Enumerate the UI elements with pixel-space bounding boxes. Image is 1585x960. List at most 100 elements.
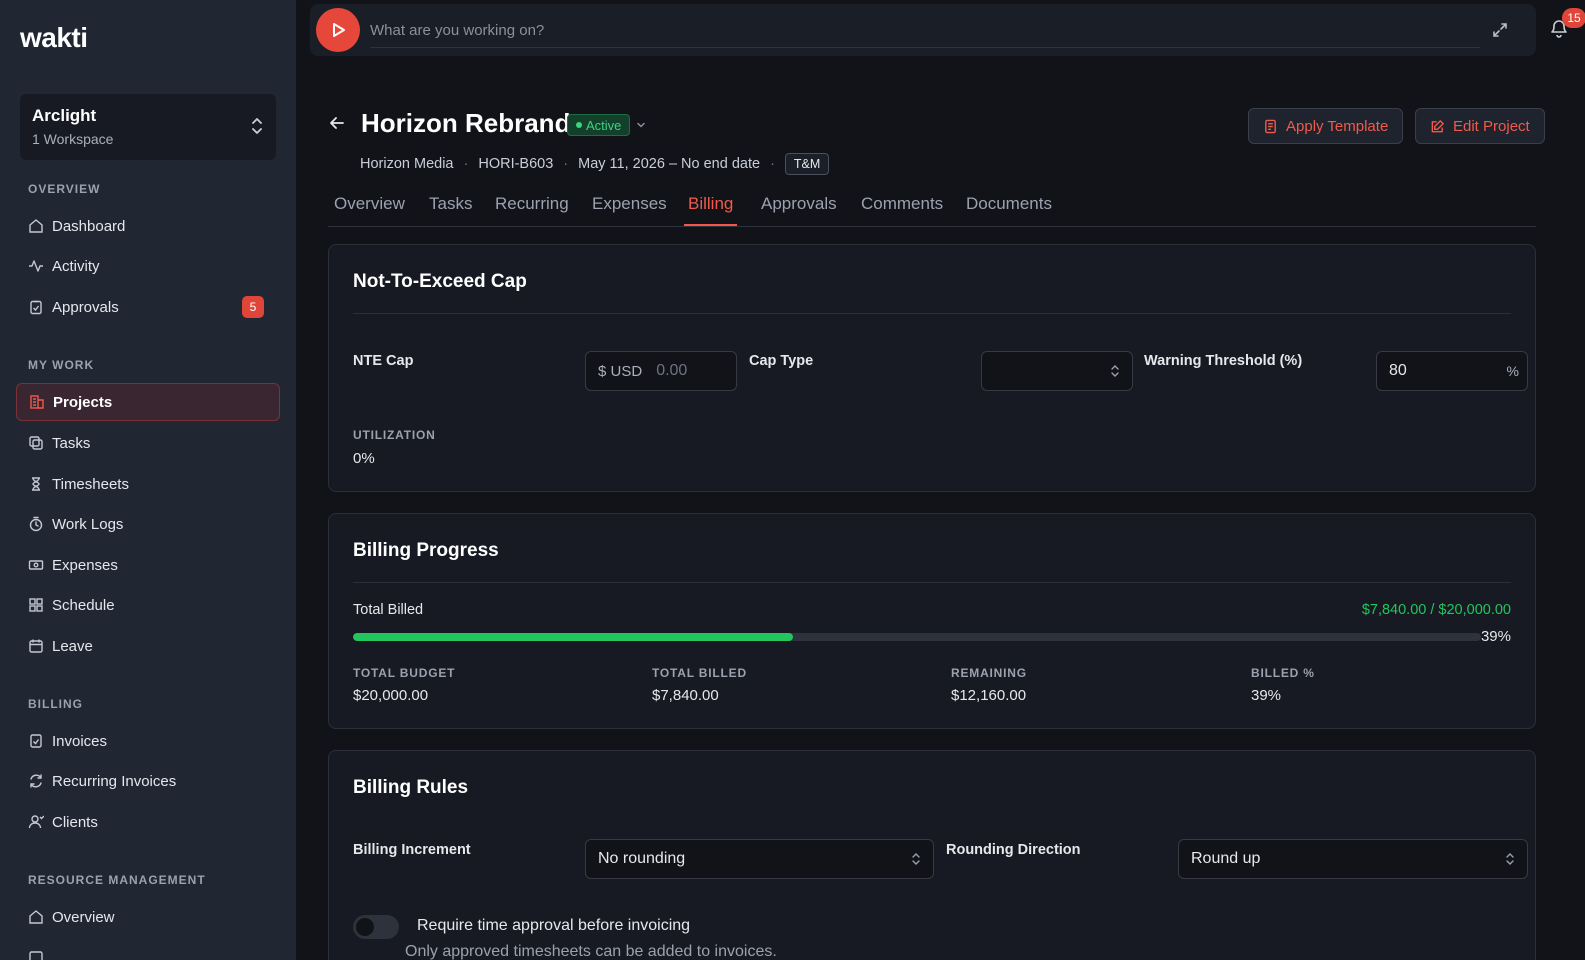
status-label: Active <box>586 117 622 133</box>
sidebar-item-clients[interactable]: Clients <box>16 803 280 841</box>
require-approval-label: Require time approval before invoicing <box>417 917 691 934</box>
nte-cap-label: NTE Cap <box>353 353 414 369</box>
card-title: Billing Rules <box>353 777 469 798</box>
workspace-subtitle: 1 Workspace <box>32 131 114 147</box>
back-arrow-icon[interactable] <box>328 114 346 132</box>
client-name: Horizon Media <box>360 156 454 172</box>
sidebar-item-resource-overview[interactable]: Overview <box>16 898 280 936</box>
clipboard-check-icon <box>28 299 44 315</box>
page-title: Horizon Rebrand <box>361 108 571 138</box>
time-tracker-bar <box>310 4 1536 56</box>
rounding-direction-value: Round up <box>1191 850 1261 867</box>
billed-percent-value: 39% <box>1251 687 1282 704</box>
nte-cap-input[interactable]: $ USD 0.00 <box>585 351 737 391</box>
edit-project-button[interactable]: Edit Project <box>1415 108 1545 144</box>
tab-approvals[interactable]: Approvals <box>757 194 841 224</box>
expand-icon[interactable] <box>1492 22 1508 38</box>
tab-billing[interactable]: Billing <box>684 194 738 226</box>
billing-progress-fill <box>353 633 793 641</box>
billing-rules-card: Billing Rules Billing Increment No round… <box>328 750 1536 960</box>
sidebar-item-approvals[interactable]: Approvals 5 <box>16 288 280 326</box>
sidebar-item-partial[interactable] <box>16 938 280 960</box>
percent-suffix: % <box>1506 363 1519 379</box>
warning-threshold-input[interactable]: 80 % <box>1376 351 1528 391</box>
home-icon <box>28 218 44 234</box>
tab-overview[interactable]: Overview <box>330 194 409 224</box>
chevron-down-icon[interactable] <box>636 120 646 130</box>
sidebar-item-label: Overview <box>52 908 115 926</box>
chevron-updown-icon <box>250 116 264 136</box>
sidebar-item-schedule[interactable]: Schedule <box>16 586 280 624</box>
edit-icon <box>1430 119 1445 134</box>
status-dot-icon <box>576 122 582 128</box>
tab-tasks[interactable]: Tasks <box>425 194 476 224</box>
cap-type-select[interactable] <box>981 351 1133 391</box>
sidebar-item-label: Activity <box>52 257 100 275</box>
sidebar-item-label: Work Logs <box>52 515 124 533</box>
activity-icon <box>28 258 44 274</box>
sidebar-item-label: Expenses <box>52 556 118 574</box>
billing-progress-bar <box>353 633 1481 641</box>
sidebar-item-leave[interactable]: Leave <box>16 627 280 665</box>
invoice-icon <box>28 733 44 749</box>
sidebar-item-recurring-invoices[interactable]: Recurring Invoices <box>16 762 280 800</box>
nav-section-overview: OVERVIEW <box>28 182 101 196</box>
rounding-direction-label: Rounding Direction <box>946 842 1081 858</box>
sidebar-item-label: Approvals <box>52 298 119 316</box>
nav-section-my-work: MY WORK <box>28 358 95 372</box>
tab-recurring[interactable]: Recurring <box>491 194 573 224</box>
start-timer-button[interactable] <box>316 8 360 52</box>
sidebar-item-projects[interactable]: Projects <box>16 383 280 421</box>
rounding-direction-select[interactable]: Round up <box>1178 839 1528 879</box>
sidebar-item-invoices[interactable]: Invoices <box>16 722 280 760</box>
calendar-icon <box>28 949 44 960</box>
app-logo[interactable]: wakti <box>20 22 88 54</box>
sidebar-item-label: Schedule <box>52 596 115 614</box>
apply-template-button[interactable]: Apply Template <box>1248 108 1404 144</box>
meta-separator: · <box>463 156 469 172</box>
toggle-knob <box>356 918 374 936</box>
sidebar-item-work-logs[interactable]: Work Logs <box>16 505 280 543</box>
time-entry-input[interactable] <box>370 14 1480 48</box>
require-approval-toggle[interactable] <box>353 915 399 939</box>
sidebar-item-expenses[interactable]: Expenses <box>16 546 280 584</box>
sidebar-item-timesheets[interactable]: Timesheets <box>16 465 280 503</box>
user-icon <box>28 814 44 830</box>
sidebar-item-dashboard[interactable]: Dashboard <box>16 207 280 245</box>
tab-comments[interactable]: Comments <box>857 194 947 224</box>
sidebar-item-label: Clients <box>52 813 98 831</box>
billed-amount-text: $7,840.00 / $20,000.00 <box>1361 602 1511 618</box>
template-icon <box>1263 119 1278 134</box>
tab-documents[interactable]: Documents <box>962 194 1056 224</box>
project-dates: May 11, 2026 – No end date <box>578 156 761 172</box>
divider <box>353 582 1511 583</box>
meta-separator: · <box>563 156 569 172</box>
banknote-icon <box>28 557 44 573</box>
sidebar-item-label: Invoices <box>52 732 108 750</box>
remaining-label: REMAINING <box>951 666 1027 680</box>
sidebar: wakti Arclight 1 Workspace OVERVIEW Dash… <box>0 0 296 960</box>
billed-percent-label: BILLED % <box>1251 666 1315 680</box>
remaining-value: $12,160.00 <box>951 687 1027 704</box>
sidebar-item-label: Timesheets <box>52 475 129 493</box>
sidebar-item-label: Dashboard <box>52 217 126 235</box>
card-title: Billing Progress <box>353 540 499 561</box>
tab-expenses[interactable]: Expenses <box>588 194 671 224</box>
nte-cap-placeholder: 0.00 <box>656 362 688 379</box>
project-code: HORI-B603 <box>478 156 554 172</box>
require-approval-description: Only approved timesheets can be added to… <box>405 943 777 960</box>
total-billed-caption: TOTAL BILLED <box>652 666 747 680</box>
warning-threshold-value: 80 <box>1389 362 1407 379</box>
edit-project-label: Edit Project <box>1453 117 1530 135</box>
total-budget-value: $20,000.00 <box>353 687 429 704</box>
sidebar-item-activity[interactable]: Activity <box>16 247 280 285</box>
workspace-switcher[interactable]: Arclight 1 Workspace <box>20 94 276 160</box>
hourglass-icon <box>28 476 44 492</box>
billing-increment-value: No rounding <box>598 850 686 867</box>
total-budget-label: TOTAL BUDGET <box>353 666 456 680</box>
card-title: Not-To-Exceed Cap <box>353 271 527 292</box>
billing-increment-select[interactable]: No rounding <box>585 839 934 879</box>
grid-icon <box>28 597 44 613</box>
sidebar-item-tasks[interactable]: Tasks <box>16 424 280 462</box>
status-badge[interactable]: Active <box>567 114 631 136</box>
